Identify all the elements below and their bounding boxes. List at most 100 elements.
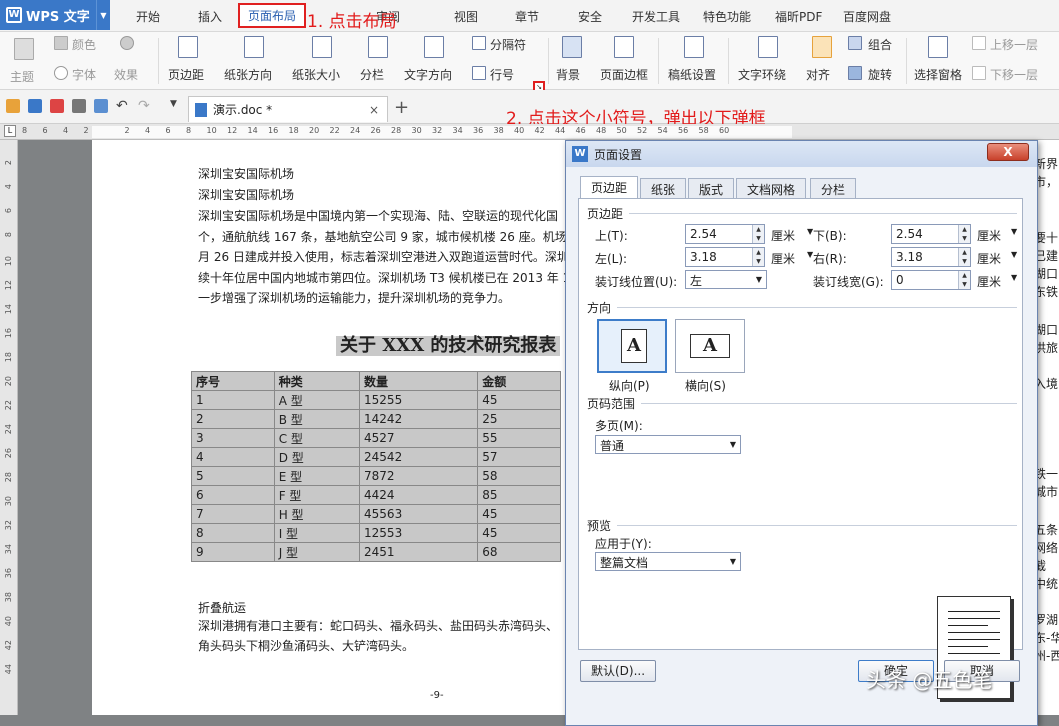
line-numbers-button[interactable]: 行号 bbox=[490, 66, 514, 83]
fonts-button[interactable]: 字体 bbox=[72, 66, 96, 83]
table-cell: 9 bbox=[191, 542, 275, 562]
export-pdf-icon[interactable] bbox=[50, 99, 64, 113]
print-icon[interactable] bbox=[72, 99, 86, 113]
chevron-down-icon[interactable]: ▼ bbox=[1011, 250, 1017, 259]
table-cell: 4 bbox=[191, 447, 275, 467]
tab-features[interactable]: 特色功能 bbox=[703, 8, 751, 25]
tab-columns[interactable]: 分栏 bbox=[810, 178, 857, 198]
breaks-button[interactable]: 分隔符 bbox=[490, 36, 526, 53]
document-tab[interactable]: 演示.doc * × bbox=[188, 96, 388, 122]
tab-home[interactable]: 开始 bbox=[136, 8, 160, 25]
vertical-ruler[interactable]: 2 4 6 8 10 12 14 16 18 20 22 24 26 28 30 32 34 36 38 40 42 44 bbox=[0, 140, 18, 715]
text-direction-button[interactable]: 文字方向 bbox=[404, 66, 452, 83]
table-cell: E 型 bbox=[273, 466, 361, 486]
chevron-down-icon[interactable]: ▼ bbox=[1011, 227, 1017, 236]
doc-paragraph-line: 一步增强了深圳机场的运输能力，提升深圳机场的竞争力。 bbox=[198, 291, 511, 305]
redo-icon[interactable]: ↷ bbox=[138, 98, 150, 114]
tab-security[interactable]: 安全 bbox=[578, 8, 602, 25]
portrait-label[interactable]: 纵向(P) bbox=[609, 377, 650, 394]
ruler-tick-label: 32 bbox=[432, 126, 443, 135]
ruler-tick-label: 22 bbox=[329, 126, 340, 135]
ribbon-divider bbox=[658, 38, 659, 84]
bring-forward-button[interactable]: 上移一层 bbox=[990, 36, 1038, 53]
send-backward-button[interactable]: 下移一层 bbox=[990, 66, 1038, 83]
bottom-margin-input[interactable]: 2.54 ▲ ▼ bbox=[891, 224, 971, 244]
customize-toolbar-icon[interactable]: ▼ bbox=[170, 99, 177, 113]
tab-chapter[interactable]: 章节 bbox=[515, 8, 539, 25]
theme-button[interactable]: 主题 bbox=[10, 68, 34, 85]
tab-doc-grid[interactable]: 文档网格 bbox=[736, 178, 807, 198]
tab-paper[interactable]: 纸张 bbox=[640, 178, 687, 198]
spinner-icon[interactable]: ▲ ▼ bbox=[752, 248, 764, 266]
table-row: 1A 型 15255 45 bbox=[191, 390, 561, 410]
paper-settings-button[interactable]: 稿纸设置 bbox=[668, 66, 716, 83]
undo-icon[interactable]: ↶ bbox=[116, 98, 128, 114]
tab-insert[interactable]: 插入 bbox=[198, 8, 222, 25]
preview-line bbox=[948, 611, 1000, 612]
doc-paragraph-line: 深圳港拥有港口主要有：蛇口码头、福永码头、盐田码头赤湾码头、 bbox=[198, 619, 559, 633]
tab-stop-icon[interactable]: L bbox=[4, 125, 16, 137]
unit-select[interactable]: 厘米 bbox=[771, 250, 795, 267]
landscape-option[interactable]: A bbox=[675, 319, 745, 373]
gutter-position-select[interactable]: 左 ▼ bbox=[685, 270, 767, 289]
chevron-down-icon[interactable]: ▼ bbox=[96, 0, 110, 30]
tab-developer[interactable]: 开发工具 bbox=[632, 8, 680, 25]
spinner-icon[interactable]: ▲ ▼ bbox=[958, 248, 970, 266]
landscape-label[interactable]: 横向(S) bbox=[685, 377, 726, 394]
close-button[interactable]: X bbox=[987, 143, 1029, 161]
spinner-icon[interactable]: ▲ ▼ bbox=[752, 225, 764, 243]
paper-settings-icon bbox=[684, 36, 704, 58]
spinner-icon[interactable]: ▲ ▼ bbox=[958, 271, 970, 289]
new-tab-icon[interactable]: + bbox=[394, 97, 409, 118]
ruler-tick-label: 46 bbox=[575, 126, 586, 135]
unit-select[interactable]: 厘米 bbox=[977, 250, 1001, 267]
page-border-button[interactable]: 页面边框 bbox=[600, 66, 648, 83]
table-cell: B 型 bbox=[273, 409, 361, 429]
tab-baidu-netdisk[interactable]: 百度网盘 bbox=[843, 8, 891, 25]
tab-foxit-pdf[interactable]: 福昕PDF bbox=[775, 8, 822, 25]
left-margin-label: 左(L): bbox=[595, 252, 628, 266]
data-table[interactable]: 序号 种类 数量 金额 1A 型 15255 45 2 B 型 14242 25 3 C 型 45… bbox=[191, 371, 561, 562]
preview-line bbox=[948, 618, 1000, 619]
spinner-icon[interactable]: ▲ ▼ bbox=[958, 225, 970, 243]
close-tab-icon[interactable]: × bbox=[369, 103, 379, 117]
open-folder-icon[interactable] bbox=[6, 99, 20, 113]
table-cell: 4527 bbox=[359, 428, 479, 448]
default-button[interactable]: 默认(D)... bbox=[580, 660, 656, 682]
paper-size-button[interactable]: 纸张大小 bbox=[292, 66, 340, 83]
right-margin-input[interactable]: 3.18 ▲ ▼ bbox=[891, 247, 971, 267]
save-icon[interactable] bbox=[28, 99, 42, 113]
align-button[interactable]: 对齐 bbox=[806, 66, 830, 83]
tab-margins[interactable]: 页边距 bbox=[580, 176, 639, 199]
bring-forward-icon bbox=[972, 36, 986, 50]
table-cell: 7872 bbox=[359, 466, 479, 486]
tab-view[interactable]: 视图 bbox=[454, 8, 478, 25]
unit-select[interactable]: 厘米 bbox=[977, 227, 1001, 244]
text-wrap-button[interactable]: 文字环绕 bbox=[738, 66, 786, 83]
multiple-pages-select[interactable]: 普通 ▼ bbox=[595, 435, 741, 454]
selection-pane-button[interactable]: 选择窗格 bbox=[914, 66, 962, 83]
top-margin-input[interactable]: 2.54 ▲ ▼ bbox=[685, 224, 765, 244]
dialog-title-bar[interactable]: W 页面设置 X bbox=[566, 141, 1037, 167]
portrait-option[interactable]: A bbox=[597, 319, 667, 373]
print-preview-icon[interactable] bbox=[94, 99, 108, 113]
margins-button[interactable]: 页边距 bbox=[168, 66, 204, 83]
tab-layout[interactable]: 版式 bbox=[688, 178, 735, 198]
group-button[interactable]: 组合 bbox=[868, 36, 892, 53]
background-button[interactable]: 背景 bbox=[556, 66, 580, 83]
orientation-button[interactable]: 纸张方向 bbox=[224, 66, 272, 83]
wps-app-menu-button[interactable]: W WPS 文字 ▼ bbox=[0, 0, 110, 30]
colors-button[interactable]: 颜色 bbox=[72, 36, 96, 53]
unit-select[interactable]: 厘米 bbox=[977, 273, 1001, 290]
gutter-width-input[interactable]: 0 ▲ ▼ bbox=[891, 270, 971, 290]
ribbon-page-layout: 主题 颜色 字体 效果 页边距 纸张方向 纸张大小 分栏 文字方向 分隔符 行号… bbox=[0, 32, 1059, 93]
chevron-down-icon[interactable]: ▼ bbox=[1011, 273, 1017, 282]
columns-button[interactable]: 分栏 bbox=[360, 66, 384, 83]
rotate-button[interactable]: 旋转 bbox=[868, 66, 892, 83]
effects-button[interactable]: 效果 bbox=[114, 66, 138, 83]
left-margin-input[interactable]: 3.18 ▲ ▼ bbox=[685, 247, 765, 267]
horizontal-ruler[interactable]: L 8 6 4 2 2 4 6 8 10 12 14 16 18 20 22 24 26 28 30 32 34 36 38… bbox=[0, 124, 1059, 140]
unit-select[interactable]: 厘米 bbox=[771, 227, 795, 244]
apply-to-select[interactable]: 整篇文档 ▼ bbox=[595, 552, 741, 571]
tab-page-layout[interactable]: 页面布局 bbox=[238, 3, 307, 28]
